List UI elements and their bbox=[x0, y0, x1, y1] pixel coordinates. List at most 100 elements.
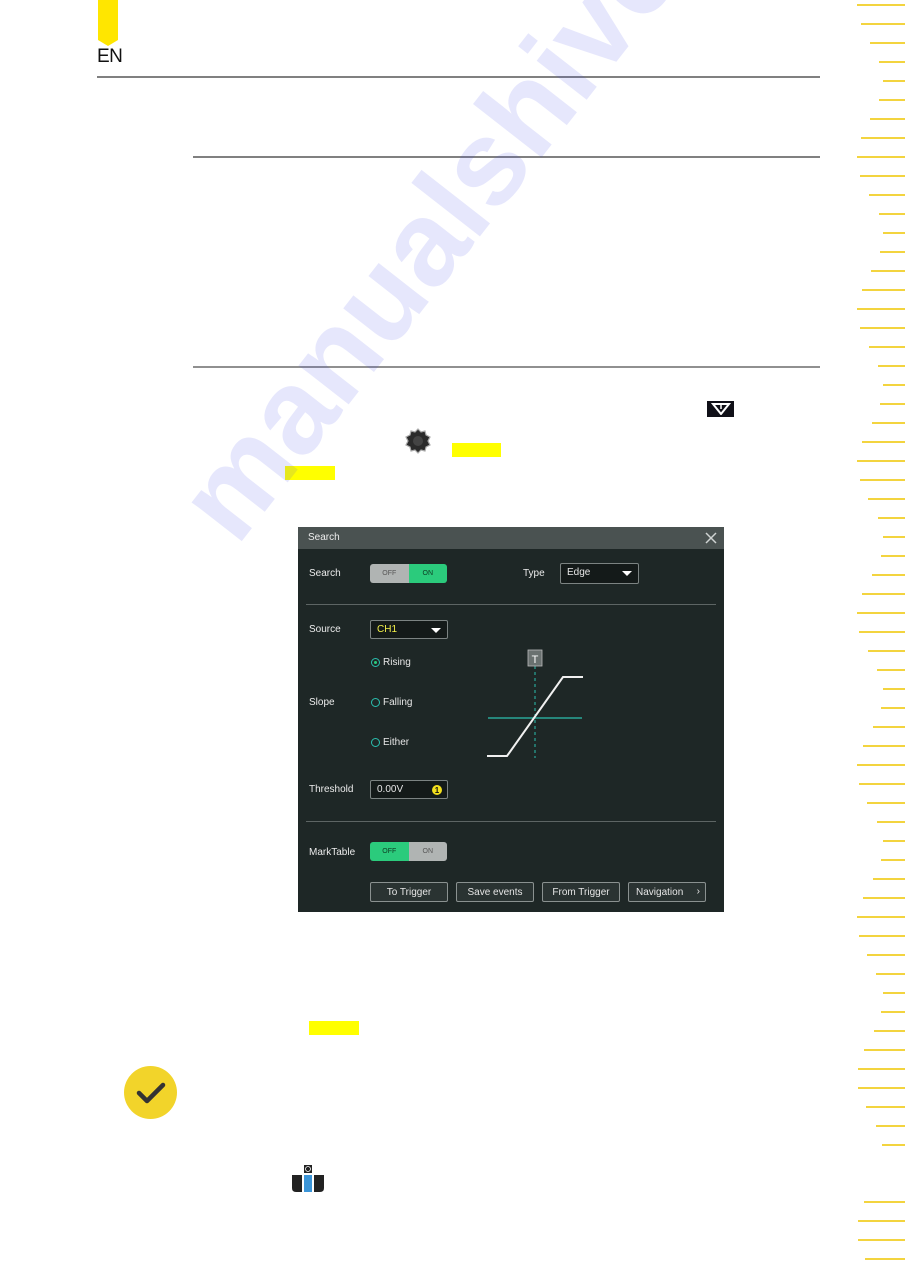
source-label: Source bbox=[309, 624, 341, 635]
search-toggle[interactable]: OFF ON bbox=[370, 564, 447, 583]
slope-falling-radio[interactable]: Falling bbox=[371, 697, 412, 708]
margin-tick bbox=[882, 688, 905, 690]
trigger-marker-label: T bbox=[532, 654, 539, 666]
search-toggle-off[interactable]: OFF bbox=[370, 564, 409, 583]
close-icon[interactable] bbox=[703, 530, 719, 546]
margin-tick bbox=[877, 669, 905, 671]
margin-tick bbox=[857, 612, 905, 614]
margin-tick bbox=[864, 1201, 905, 1203]
section-divider-bottom bbox=[193, 366, 820, 368]
margin-tick bbox=[858, 1239, 905, 1241]
margin-tick bbox=[862, 745, 905, 747]
radio-unselected-icon bbox=[371, 738, 380, 747]
touch-lock-icon bbox=[292, 1165, 324, 1193]
margin-tick bbox=[883, 80, 905, 82]
margin-tick bbox=[872, 574, 905, 576]
save-events-button[interactable]: Save events bbox=[456, 882, 534, 902]
chevron-down-icon bbox=[431, 628, 441, 633]
watermark: manualshive.com bbox=[151, 0, 878, 564]
source-select[interactable]: CH1 bbox=[370, 620, 448, 639]
highlight-mark bbox=[309, 1021, 359, 1035]
marktable-toggle[interactable]: OFF ON bbox=[370, 842, 447, 861]
radio-label: Falling bbox=[383, 697, 413, 708]
margin-tick bbox=[857, 764, 905, 766]
chevron-down-icon bbox=[622, 571, 632, 576]
to-trigger-button[interactable]: To Trigger bbox=[370, 882, 448, 902]
header-divider bbox=[97, 76, 820, 78]
margin-tick bbox=[870, 118, 905, 120]
margin-tick bbox=[880, 555, 905, 557]
gear-icon bbox=[404, 427, 432, 455]
margin-tick bbox=[867, 802, 905, 804]
margin-tick bbox=[879, 61, 905, 63]
margin-tick bbox=[857, 156, 905, 158]
search-toggle-on[interactable]: ON bbox=[408, 564, 447, 583]
margin-tick bbox=[857, 4, 905, 6]
threshold-input[interactable]: 0.00V 1 bbox=[370, 780, 448, 799]
margin-tick bbox=[868, 498, 905, 500]
margin-tick bbox=[863, 1049, 905, 1051]
margin-tick bbox=[857, 1068, 905, 1070]
margin-tick bbox=[879, 251, 905, 253]
margin-tick bbox=[882, 992, 905, 994]
radio-unselected-icon bbox=[371, 698, 380, 707]
margin-tick bbox=[869, 42, 905, 44]
slope-label: Slope bbox=[309, 697, 335, 708]
margin-tick bbox=[859, 479, 905, 481]
type-select[interactable]: Edge bbox=[560, 563, 639, 584]
margin-tick bbox=[882, 536, 905, 538]
marktable-toggle-off[interactable]: OFF bbox=[370, 842, 409, 861]
margin-tick bbox=[863, 897, 905, 899]
highlight-mark bbox=[452, 443, 501, 457]
margin-tick bbox=[857, 1220, 905, 1222]
margin-tick bbox=[882, 384, 905, 386]
language-label: EN bbox=[97, 46, 123, 67]
margin-tick bbox=[877, 517, 905, 519]
margin-tick bbox=[869, 194, 905, 196]
margin-tick bbox=[881, 859, 905, 861]
margin-tick bbox=[878, 365, 905, 367]
threshold-value: 0.00V bbox=[377, 784, 404, 795]
margin-tick bbox=[861, 137, 905, 139]
margin-tick bbox=[873, 1030, 905, 1032]
margin-tick bbox=[859, 631, 905, 633]
navigation-label: Navigation bbox=[636, 886, 684, 898]
marktable-label: MarkTable bbox=[309, 847, 356, 858]
rising-edge-diagram: T bbox=[487, 649, 583, 758]
slope-rising-radio[interactable]: Rising bbox=[371, 657, 411, 668]
margin-tick bbox=[859, 783, 905, 785]
margin-tick bbox=[861, 289, 905, 291]
dialog-title: Search bbox=[308, 532, 340, 543]
from-trigger-button[interactable]: From Trigger bbox=[542, 882, 620, 902]
threshold-label: Threshold bbox=[309, 784, 354, 795]
margin-tick bbox=[857, 460, 905, 462]
dialog-titlebar: Search bbox=[298, 527, 724, 549]
marktable-toggle-on[interactable]: ON bbox=[408, 842, 447, 861]
type-label: Type bbox=[523, 568, 545, 579]
margin-tick bbox=[870, 270, 905, 272]
checkmark-tip-icon bbox=[124, 1066, 177, 1119]
source-value: CH1 bbox=[377, 624, 398, 635]
margin-tick bbox=[857, 308, 905, 310]
dialog-divider bbox=[306, 821, 716, 822]
radio-label: Rising bbox=[383, 657, 411, 668]
margin-tick bbox=[872, 726, 905, 728]
margin-tick bbox=[860, 175, 905, 177]
margin-tick bbox=[873, 878, 905, 880]
section-divider-top bbox=[193, 156, 820, 158]
margin-tick bbox=[875, 1125, 905, 1127]
margin-tick bbox=[871, 422, 905, 424]
margin-tick bbox=[880, 707, 905, 709]
margin-tick bbox=[860, 23, 905, 25]
margin-tick bbox=[858, 935, 905, 937]
dialog-divider bbox=[306, 604, 716, 605]
margin-tick bbox=[868, 346, 905, 348]
navigation-button[interactable]: Navigation › bbox=[628, 882, 706, 902]
search-dialog: Search Search OFF ON Type Edge Source CH… bbox=[298, 527, 724, 912]
type-value: Edge bbox=[567, 567, 591, 578]
slope-either-radio[interactable]: Either bbox=[371, 737, 409, 748]
margin-tick bbox=[862, 441, 905, 443]
margin-tick bbox=[858, 1087, 905, 1089]
menu-dropdown-icon bbox=[707, 401, 734, 417]
margin-tick bbox=[867, 650, 905, 652]
